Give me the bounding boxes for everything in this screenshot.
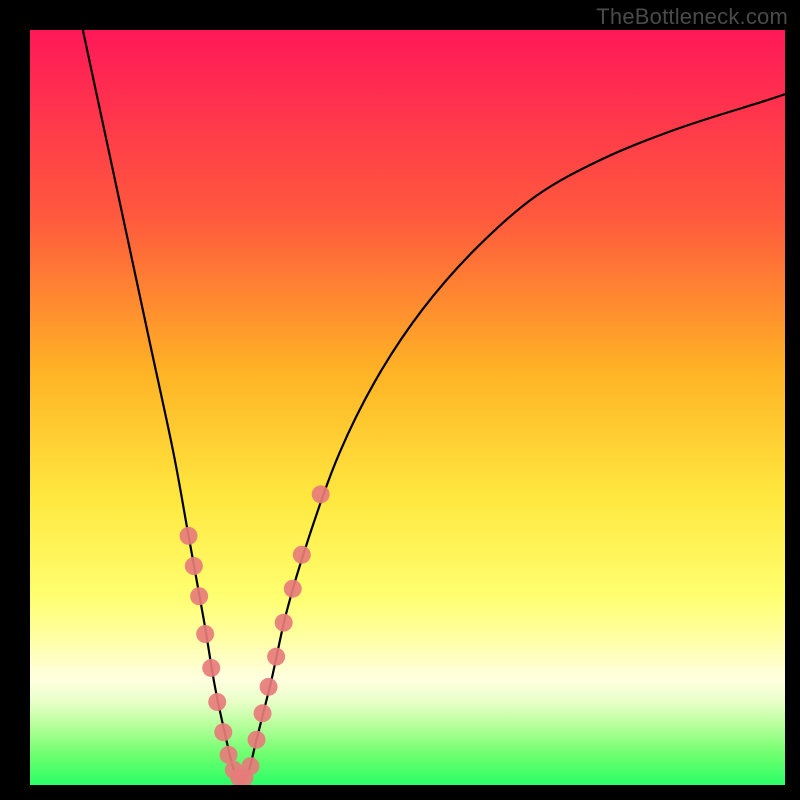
curve-marker <box>260 678 278 696</box>
curve-marker <box>248 731 266 749</box>
curve-marker <box>284 580 302 598</box>
curve-markers <box>180 485 330 785</box>
curve-marker <box>312 485 330 503</box>
curve-marker <box>254 704 272 722</box>
curve-marker <box>180 527 198 545</box>
watermark-text: TheBottleneck.com <box>596 4 788 30</box>
chart-frame: TheBottleneck.com <box>0 0 800 800</box>
curve-marker <box>190 587 208 605</box>
curve-marker <box>208 693 226 711</box>
bottleneck-curve-svg <box>30 30 785 785</box>
plot-area <box>30 30 785 785</box>
curve-marker <box>185 557 203 575</box>
curve-marker <box>202 659 220 677</box>
bottleneck-curve <box>83 30 785 781</box>
curve-marker <box>267 648 285 666</box>
curve-marker <box>293 546 311 564</box>
curve-marker <box>196 625 214 643</box>
curve-marker <box>275 614 293 632</box>
curve-marker <box>241 757 259 775</box>
curve-marker <box>214 723 232 741</box>
